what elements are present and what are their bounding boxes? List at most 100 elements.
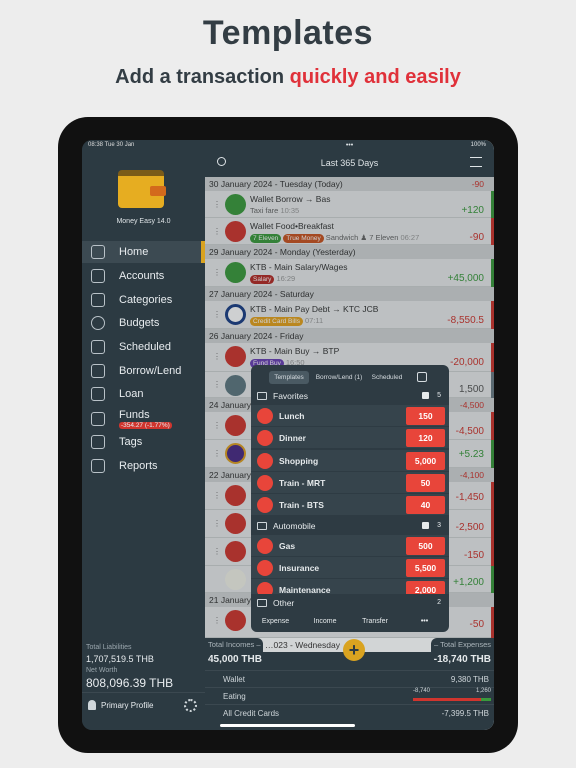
settings-gear-icon[interactable] <box>184 699 197 712</box>
folder-icon <box>257 599 267 607</box>
template-item[interactable]: Train - MRT 50 <box>251 471 449 494</box>
template-name: Shopping <box>279 455 319 466</box>
sidebar-item-categories[interactable]: Categories <box>82 289 205 311</box>
profile-name: Primary Profile <box>101 700 154 710</box>
template-amount-button[interactable]: 150 <box>406 407 445 425</box>
tab-templates[interactable]: Templates <box>269 371 309 384</box>
home-indicator <box>220 724 355 727</box>
template-item[interactable]: Gas 500 <box>251 534 449 557</box>
sidebar-item-budgets[interactable]: Budgets <box>82 312 205 334</box>
sidebar-item-tags[interactable]: Tags <box>82 431 205 453</box>
template-amount-button[interactable]: 120 <box>406 429 445 448</box>
sidebar-item-borrow-lend[interactable]: Borrow/Lend <box>82 360 205 382</box>
sidebar-item-scheduled[interactable]: Scheduled <box>82 336 205 358</box>
category-icon <box>257 408 273 424</box>
tab-scheduled[interactable]: Scheduled <box>368 371 406 384</box>
label: Borrow/Lend <box>119 365 182 377</box>
label: Tags <box>119 436 143 448</box>
edit-icon[interactable] <box>417 372 427 382</box>
sidebar-item-home[interactable]: Home <box>82 241 205 263</box>
template-item[interactable]: Train - BTS 40 <box>251 494 449 517</box>
status-time: 08:38 Tue 30 Jan <box>88 142 134 148</box>
chart-icon <box>91 459 105 473</box>
calendar-icon <box>91 340 105 354</box>
label: Home <box>119 246 149 258</box>
credit-cards-row[interactable]: All Credit Cards -7,399.5 THB <box>205 704 494 721</box>
add-transaction-button[interactable]: + <box>343 639 365 661</box>
app-screen: 08:38 Tue 30 Jan Money Easy 14.0 Home Ac… <box>82 140 494 730</box>
category-icon <box>257 497 273 514</box>
template-name: Train - BTS <box>279 500 324 511</box>
bank-icon <box>91 269 105 283</box>
group-automobile[interactable]: Automobile 3 <box>251 516 449 535</box>
home-icon <box>91 245 105 259</box>
label: Budgets <box>119 317 160 329</box>
summary-panel: 45,000 THB -18,740 THB Wallet 9,380 THB E… <box>205 652 494 730</box>
net-worth-label: Net Worth <box>86 667 118 674</box>
date-range-title[interactable]: Last 365 Days <box>205 158 494 168</box>
template-item[interactable]: Shopping 5,000 <box>251 449 449 472</box>
funds-icon <box>91 412 105 426</box>
nav-bar: ••• 100% Last 365 Days <box>205 140 494 177</box>
label: Reports <box>119 460 158 472</box>
grid-icon <box>91 293 105 307</box>
category-icon <box>257 559 273 576</box>
sidebar-item-accounts[interactable]: Accounts <box>82 265 205 287</box>
templates-popup: Templates Borrow/Lend (1) Scheduled Favo… <box>251 365 449 632</box>
label: All Credit Cards <box>223 709 280 718</box>
group-count: 2 <box>437 599 441 606</box>
folder-open-icon <box>257 392 267 400</box>
expenses-tab: – Total Expenses <box>431 638 494 652</box>
sidebar-item-reports[interactable]: Reports <box>82 455 205 477</box>
eating-budget-row[interactable]: Eating -8,740 1,260 <box>205 687 494 704</box>
folder-open-icon <box>257 521 267 530</box>
template-item[interactable]: Lunch 150 <box>251 405 449 427</box>
transfer-button[interactable]: Transfer <box>350 612 400 632</box>
template-amount-button[interactable]: 50 <box>406 473 445 492</box>
template-name: Train - MRT <box>279 477 326 488</box>
total-liabilities-label: Total Liabilities <box>86 644 132 651</box>
net-worth: 808,096.39 THB <box>86 676 174 690</box>
group-count: 5 <box>437 392 441 399</box>
group-name: Other <box>273 598 295 608</box>
filter-sliders-icon[interactable] <box>470 157 482 167</box>
label: Scheduled <box>119 341 171 353</box>
label: Funds <box>119 409 150 421</box>
template-amount-button[interactable]: 40 <box>406 496 445 515</box>
label: Accounts <box>119 270 165 282</box>
loan-icon <box>91 387 105 401</box>
template-name: Gas <box>279 540 296 551</box>
expenses-label: – Total Expenses <box>434 640 491 649</box>
template-item[interactable]: Insurance 5,500 <box>251 556 449 579</box>
template-amount-button[interactable]: 5,000 <box>406 451 445 470</box>
category-icon <box>257 430 273 447</box>
lock-icon[interactable] <box>422 392 429 399</box>
category-icon <box>257 537 273 554</box>
income-button[interactable]: Income <box>300 612 350 632</box>
template-amount-button[interactable]: 5,500 <box>406 558 445 577</box>
budget-progress-fill <box>413 698 481 701</box>
subtitle-highlight: quickly and easily <box>289 66 461 88</box>
unlock-icon[interactable] <box>422 521 429 529</box>
budget-icon <box>91 316 105 330</box>
incomes-label: Total Incomes – <box>208 640 261 649</box>
wallet-row[interactable]: Wallet 9,380 THB <box>205 670 494 687</box>
label: Eating <box>223 692 246 701</box>
sidebar-item-loan[interactable]: Loan <box>82 383 205 405</box>
group-favorites[interactable]: Favorites 5 <box>251 387 449 405</box>
wallet-logo-icon <box>118 170 166 208</box>
group-count: 3 <box>437 521 441 529</box>
promo-title: Templates <box>202 14 374 52</box>
time: 08:38 <box>88 142 104 148</box>
total-liabilities: 1,707,519.5 THB <box>86 654 154 664</box>
template-item[interactable]: Dinner 120 <box>251 427 449 450</box>
template-amount-button[interactable]: 500 <box>406 536 445 555</box>
category-icon <box>257 452 273 469</box>
profile-button[interactable]: Primary Profile <box>88 700 153 710</box>
tab-borrow-lend[interactable]: Borrow/Lend (1) <box>313 371 365 384</box>
label: Loan <box>119 388 144 400</box>
sidebar-item-funds[interactable]: Funds -354.27 (-1.77%) <box>82 406 205 432</box>
expense-button[interactable]: Expense <box>251 612 300 632</box>
more-button[interactable]: ••• <box>400 612 449 632</box>
group-other[interactable]: Other 2 <box>251 594 449 612</box>
